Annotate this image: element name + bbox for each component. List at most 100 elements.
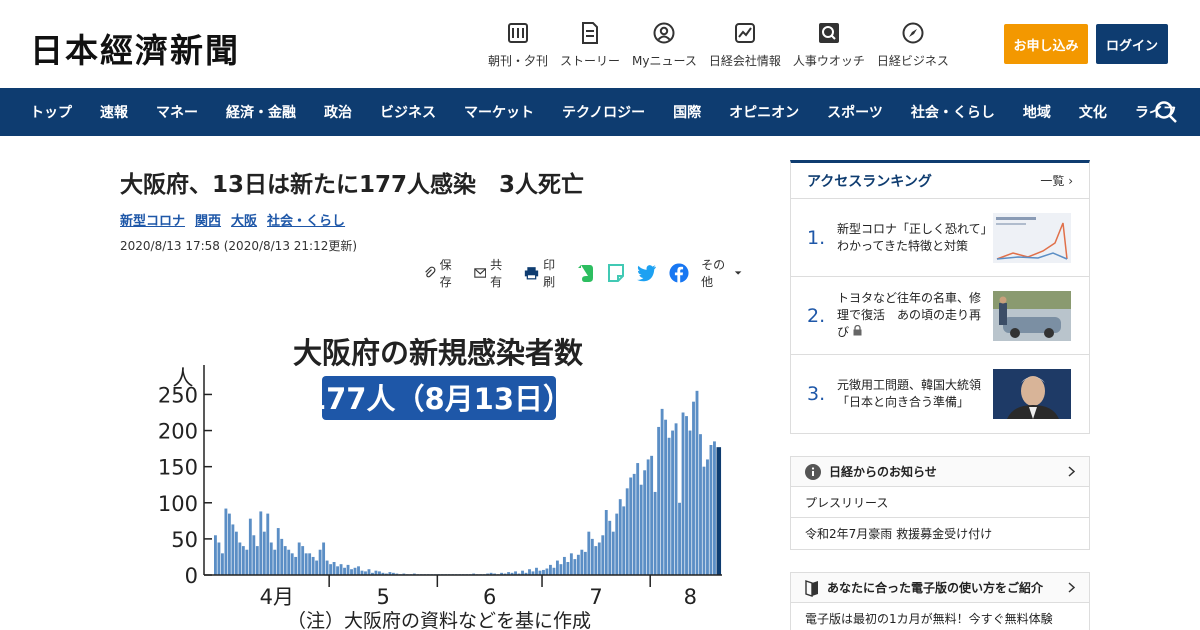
search-icon[interactable] — [1154, 100, 1178, 124]
more-share-dropdown[interactable]: その他 — [701, 256, 746, 290]
bar — [220, 553, 224, 575]
bar — [699, 434, 702, 575]
nav-market[interactable]: マーケット — [450, 102, 548, 122]
ranking-number: 3. — [807, 383, 826, 405]
ranking-number: 1. — [807, 226, 826, 249]
nav-top[interactable]: トップ — [0, 102, 86, 122]
header-nav-paper[interactable]: 朝刊・夕刊 — [488, 20, 548, 69]
bar — [367, 569, 371, 575]
ranking-item[interactable]: 1. 新型コロナ「正しく恐れて」 わかってきた特徴と対策 — [791, 199, 1089, 277]
bar — [695, 390, 699, 575]
bar — [350, 569, 353, 575]
bar — [552, 567, 556, 575]
ranking-title: アクセスランキング — [807, 173, 932, 190]
print-button[interactable]: 印刷 — [524, 256, 563, 290]
ranking-more-label: 一覧 — [1040, 174, 1065, 188]
nav-politics[interactable]: 政治 — [310, 102, 366, 122]
bar — [542, 569, 545, 575]
header-nav-jinji[interactable]: 人事ウオッチ — [793, 20, 865, 69]
bar — [311, 556, 315, 575]
bar — [601, 535, 605, 575]
bar — [674, 423, 678, 575]
bar — [611, 531, 615, 575]
bar — [709, 445, 713, 575]
bar — [681, 412, 685, 575]
bar — [650, 455, 654, 575]
bar — [294, 556, 298, 575]
bar — [262, 531, 266, 575]
bar — [308, 553, 312, 575]
bar — [678, 502, 681, 575]
nikkei-logo[interactable]: 日本經濟新聞 — [30, 24, 240, 72]
nav-sports[interactable]: スポーツ — [813, 102, 897, 122]
login-button[interactable]: ログイン — [1096, 24, 1168, 64]
compass-icon — [900, 20, 926, 46]
guide-header[interactable]: あなたに合った電子版の使い方をご紹介 — [791, 573, 1089, 603]
bar — [318, 549, 322, 575]
paperclip-icon — [425, 266, 436, 278]
tag-link[interactable]: 大阪 — [231, 210, 257, 229]
bar — [252, 535, 256, 575]
bar — [528, 569, 531, 575]
mail-icon — [473, 268, 486, 278]
notice-link[interactable]: 令和2年7月豪雨 救援募金受け付け — [791, 518, 1089, 549]
bar — [636, 463, 640, 575]
bar — [629, 477, 633, 575]
ranking-thumbnail — [993, 212, 1071, 263]
bar — [280, 538, 284, 575]
nav-technology[interactable]: テクノロジー — [548, 102, 659, 122]
tag-link[interactable]: 関西 — [195, 210, 221, 229]
y-tick-label: 50 — [171, 528, 198, 552]
bar — [625, 488, 629, 575]
tag-link[interactable]: 新型コロナ — [120, 210, 185, 229]
evernote-icon[interactable] — [577, 263, 595, 283]
bar — [643, 470, 647, 575]
notice-link[interactable]: プレスリリース — [791, 487, 1089, 518]
nav-society[interactable]: 社会・くらし — [897, 102, 1009, 122]
save-button[interactable]: 保存 — [424, 256, 460, 290]
bar — [231, 524, 235, 575]
bar — [227, 513, 231, 575]
nav-culture[interactable]: 文化 — [1065, 102, 1121, 122]
bar — [671, 430, 674, 575]
ranking-more-link[interactable]: 一覧 › — [1040, 172, 1073, 189]
bar — [276, 528, 280, 575]
x-tick-label: 8 — [684, 585, 697, 609]
guide-link[interactable]: 電子版は最初の1カ月が無料！今すぐ無料体験 — [791, 603, 1089, 630]
apply-button[interactable]: お申し込み — [1004, 24, 1088, 64]
printer-icon — [524, 267, 539, 280]
y-axis: 0 50 100 150 200 250 — [158, 365, 212, 588]
guide-title: あなたに合った電子版の使い方をご紹介 — [827, 581, 1044, 595]
bar — [259, 511, 263, 575]
nav-business[interactable]: ビジネス — [366, 102, 450, 122]
nav-opinion[interactable]: オピニオン — [715, 102, 813, 122]
magnifier-icon — [816, 20, 842, 46]
ranking-item[interactable]: 2. トヨタなど往年の名車、修理で復活 あの頃の走り再び — [791, 277, 1089, 355]
facebook-icon[interactable] — [669, 263, 689, 283]
book-icon — [805, 579, 818, 597]
x-tick-label: 7 — [589, 585, 602, 609]
nav-sokuho[interactable]: 速報 — [86, 102, 142, 122]
note-icon[interactable] — [607, 263, 625, 283]
nav-international[interactable]: 国際 — [659, 102, 715, 122]
header-nav-story[interactable]: ストーリー — [560, 20, 620, 69]
share-button[interactable]: 共有 — [473, 256, 510, 290]
nav-economy[interactable]: 経済・金融 — [212, 102, 310, 122]
notice-header[interactable]: 日経からのお知らせ — [791, 457, 1089, 487]
twitter-icon[interactable] — [637, 263, 657, 283]
tag-link[interactable]: 社会・くらし — [267, 210, 345, 229]
bar — [702, 466, 706, 575]
header-nav-company[interactable]: 日経会社情報 — [709, 20, 781, 69]
header-nav-label: 朝刊・夕刊 — [488, 54, 549, 68]
bar — [664, 419, 668, 575]
y-tick-label: 200 — [158, 420, 198, 444]
x-axis: 4月 5 6 7 8 — [204, 574, 722, 609]
bar — [214, 535, 217, 575]
header-nav-business[interactable]: 日経ビジネス — [877, 20, 949, 69]
nav-region[interactable]: 地域 — [1009, 102, 1065, 122]
ranking-item[interactable]: 3. 元徴用工問題、韓国大統領「日本と向き合う準備」 — [791, 355, 1089, 433]
nav-money[interactable]: マネー — [142, 102, 212, 122]
header-nav-mynews[interactable]: Myニュース — [632, 20, 697, 69]
bar — [594, 546, 598, 575]
bar — [315, 560, 319, 575]
